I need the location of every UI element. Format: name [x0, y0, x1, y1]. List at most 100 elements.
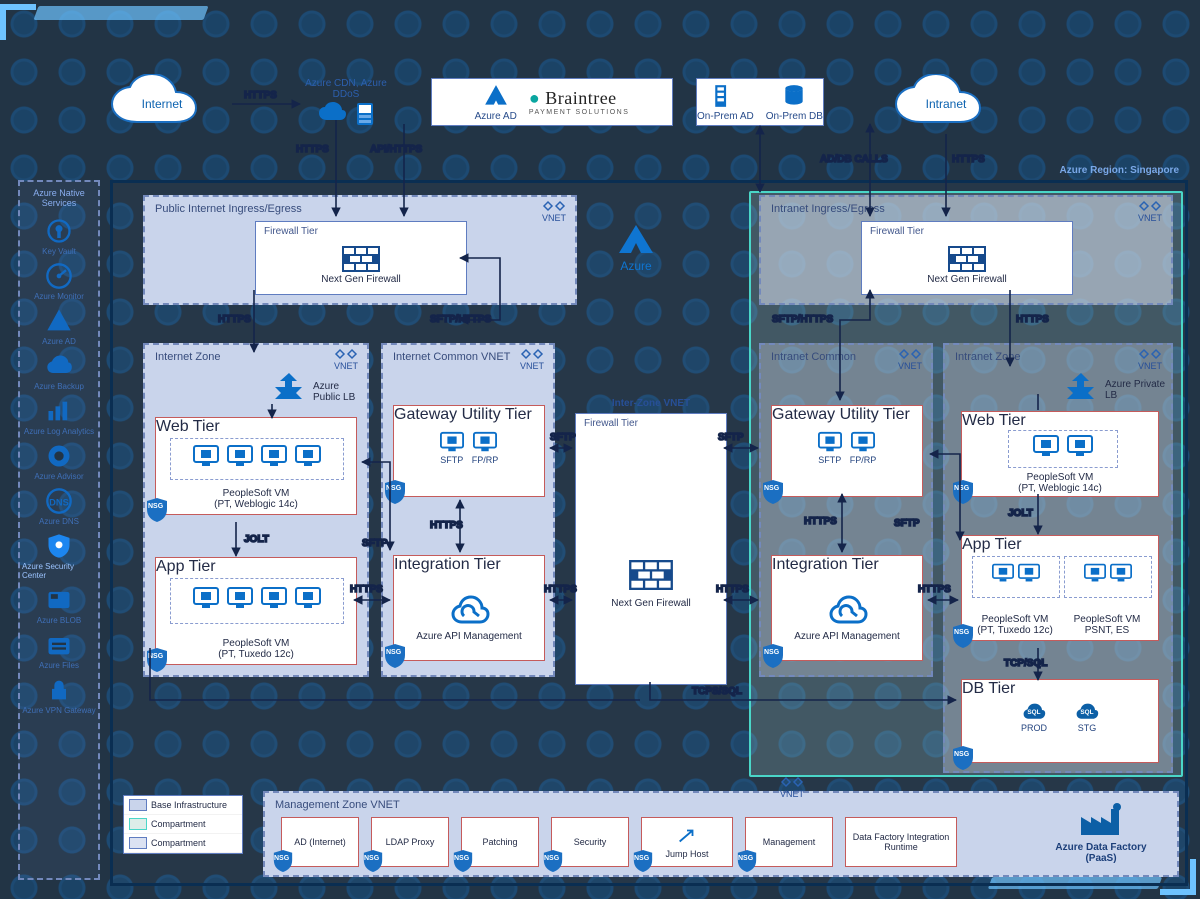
sidebar-azure-services: Azure Native Services Key Vault Azure Mo… — [18, 180, 100, 880]
vnet-intranet-zone: Intranet Zone VNET Azure Private LB Web … — [943, 343, 1173, 773]
vnet-badge-icon: VNET — [897, 347, 923, 371]
firewall-icon — [342, 246, 380, 272]
azure-data-factory: Azure Data Factory (PaaS) — [1041, 801, 1161, 864]
vm-icon — [193, 445, 219, 467]
onprem-db-icon: On-Prem DB — [766, 83, 823, 122]
onprem-ad-label: On-Prem AD — [697, 111, 754, 122]
legend-base: Base Infrastructure — [151, 800, 227, 810]
vnet-badge-icon: VNET — [519, 347, 545, 371]
sidebar-loganalytics: Azure Log Analytics — [22, 397, 96, 436]
vnet-intranet-common: Intranet Common VNET Gateway Utility Tie… — [759, 343, 933, 677]
mgmt-title: Management Zone VNET — [275, 799, 400, 811]
legend: Base Infrastructure Compartment Compartm… — [123, 795, 243, 854]
azure-ad-icon: Azure AD — [475, 83, 517, 122]
mgmt-management: ManagementNSG — [745, 817, 833, 867]
firewall-icon — [629, 560, 673, 590]
api-management-icon — [826, 590, 868, 632]
nsg-badge: NSG — [762, 480, 784, 504]
cdn-icon — [317, 102, 347, 124]
sql-icon: SQL — [1022, 698, 1046, 722]
adf-label: Azure Data Factory (PaaS) — [1041, 842, 1161, 864]
braintree-sub: PAYMENT SOLUTIONS — [529, 109, 630, 116]
cloud-internet: Internet — [92, 74, 232, 134]
public-firewall-tier: Firewall Tier Next Gen Firewall — [255, 221, 467, 295]
inzone-title: Intranet Zone — [955, 351, 1020, 363]
sidebar-monitor: Azure Monitor — [22, 262, 96, 301]
sidebar-keyvault: Key Vault — [22, 217, 96, 256]
icommon-title: Internet Common VNET — [393, 351, 510, 363]
public-firewall-name: Next Gen Firewall — [321, 274, 400, 285]
internet-zone-title: Internet Zone — [155, 351, 220, 363]
vnet-inter-zone: Inter-Zone VNET Firewall Tier Next Gen F… — [575, 413, 727, 685]
sidebar-vpngw: Azure VPN Gateway — [22, 676, 96, 715]
server-icon — [355, 102, 375, 126]
vnet-internet-common: Internet Common VNET VNET Gateway Utilit… — [381, 343, 555, 677]
inter-fw-name: Next Gen Firewall — [611, 598, 690, 609]
cloud-intranet-label: Intranet — [876, 74, 1016, 134]
azure-public-lb — [265, 371, 313, 405]
vnet-badge-icon: VNET — [779, 775, 805, 799]
intranet-firewall-name: Next Gen Firewall — [927, 274, 1006, 285]
cloud-internet-label: Internet — [92, 74, 232, 134]
vnet-intranet-in-title: Intranet Ingress/Egress — [771, 203, 885, 215]
sidebar-title: Azure Native Services — [22, 186, 96, 211]
mgmt-ldap: LDAP ProxyNSG — [371, 817, 449, 867]
accent-top-left — [0, 4, 240, 40]
onprem-ad-icon: On-Prem AD — [697, 83, 754, 122]
inzone-app-tier: App Tier PeopleSoft VM(PT, Tuxedo 12c) P… — [961, 535, 1159, 641]
nsg-badge: NSG — [384, 480, 406, 504]
onprem-db-label: On-Prem DB — [766, 111, 823, 122]
nsg-badge: NSG — [146, 498, 168, 522]
nsg-badge: NSG — [146, 648, 168, 672]
azure-private-lb — [1057, 371, 1105, 405]
ext-azuread-braintree: Azure AD ● Braintree PAYMENT SOLUTIONS — [431, 78, 673, 126]
sidebar-blob: Azure BLOB — [22, 586, 96, 625]
vnet-public-title: Public Internet Ingress/Egress — [155, 203, 302, 215]
inzone-db-tier: DB Tier SQLPROD SQLSTG NSG — [961, 679, 1159, 763]
izone-web-vm-group — [170, 438, 344, 480]
vnet-badge-icon: VNET — [541, 199, 567, 223]
vnet-badge-icon: VNET — [1137, 199, 1163, 223]
vnet-badge-icon: VNET — [1137, 347, 1163, 371]
inzone-web-tier: Web Tier PeopleSoft VM (PT, Weblogic 14c… — [961, 411, 1159, 497]
sidebar-advisor: Azure Advisor — [22, 442, 96, 481]
firewall-icon — [948, 246, 986, 272]
region-label: Azure Region: Singapore — [1060, 165, 1179, 176]
api-management-icon — [448, 590, 490, 632]
vm-icon — [261, 445, 287, 467]
diagram-stage: Internet Intranet Azure CDN, Azure DDoS … — [0, 0, 1200, 899]
azure-region-frame: Azure Region: Singapore Azure Public Int… — [110, 180, 1188, 886]
sidebar-files: Azure Files — [22, 631, 96, 670]
factory-icon — [1079, 801, 1123, 837]
mgmt-dfir: Data Factory Integration Runtime — [845, 817, 957, 867]
mgmt-security: SecurityNSG — [551, 817, 629, 867]
braintree-logo: ● Braintree PAYMENT SOLUTIONS — [529, 88, 630, 116]
jumphost-icon — [676, 825, 698, 847]
legend-comp1: Compartment — [151, 819, 206, 829]
izone-app-tier: App Tier PeopleSoft VM (PT, Tuxedo 12c) … — [155, 557, 357, 665]
nsg-badge: NSG — [762, 644, 784, 668]
inter-zone-title: Inter-Zone VNET — [576, 398, 726, 409]
legend-comp2: Compartment — [151, 838, 206, 848]
vnet-public-ingress: Public Internet Ingress/Egress VNET Fire… — [143, 195, 577, 305]
sidebar-dns: DNSAzure DNS — [22, 487, 96, 526]
icommon-integration-tier: Integration Tier Azure API Management NS… — [393, 555, 545, 661]
sidebar-seccenter: Azure Security Center — [22, 532, 96, 580]
inter-fw-title: Firewall Tier — [584, 418, 638, 429]
nsg-badge: NSG — [384, 644, 406, 668]
mgmt-ad: AD (Internet)NSG — [281, 817, 359, 867]
azure-cdn-ddos-label: Azure CDN, Azure DDoS — [296, 78, 396, 100]
intranet-firewall-tier: Firewall Tier Next Gen Firewall — [861, 221, 1073, 295]
azure-logo-label: Azure — [620, 259, 651, 273]
vm-icon — [227, 445, 253, 467]
ext-onprem: On-Prem AD On-Prem DB — [696, 78, 824, 126]
icommon-gateway-tier: Gateway Utility Tier SFTP FP/RP NSG — [393, 405, 545, 497]
azure-cdn-ddos: Azure CDN, Azure DDoS — [296, 78, 396, 126]
vnet-internet-zone: Internet Zone VNET Azure Public LB Web T… — [143, 343, 369, 677]
svg-text:SQL: SQL — [1027, 709, 1040, 716]
incommon-title: Intranet Common — [771, 351, 856, 363]
sidebar-backup: Azure Backup — [22, 352, 96, 391]
mgmt-patching: PatchingNSG — [461, 817, 539, 867]
svg-text:DNS: DNS — [49, 497, 69, 507]
incommon-integration-tier: Integration Tier Azure API Management NS… — [771, 555, 923, 661]
